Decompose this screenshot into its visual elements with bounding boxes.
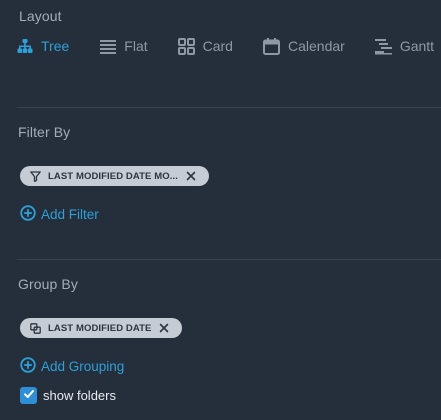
tree-icon	[17, 38, 33, 54]
plus-circle-icon	[20, 205, 36, 224]
layout-option-tree[interactable]: Tree	[17, 38, 69, 54]
group-section-title: Group By	[18, 276, 78, 292]
layout-section-title: Layout	[19, 8, 62, 24]
grid-icon	[177, 37, 195, 55]
show-folders-label: show folders	[43, 388, 116, 403]
remove-grouping-close-icon[interactable]	[159, 323, 169, 333]
gantt-icon	[374, 38, 392, 55]
add-filter-label: Add Filter	[41, 207, 99, 222]
filter-chip[interactable]: LAST MODIFIED DATE MO...	[20, 166, 209, 186]
layout-option-tree-label: Tree	[41, 38, 70, 54]
filter-chip-label: LAST MODIFIED DATE MO...	[48, 170, 178, 182]
checkmark-icon	[23, 388, 35, 403]
layout-option-flat-label: Flat	[124, 38, 148, 54]
layout-option-gantt[interactable]: Gantt	[374, 38, 435, 55]
layout-options: Tree Flat Card Calendar Gantt	[17, 36, 434, 56]
view-settings-panel: Layout Tree Flat Card Calendar Gantt Fil…	[0, 0, 441, 420]
layout-option-gantt-label: Gantt	[399, 38, 435, 54]
grouping-chip-label: LAST MODIFIED DATE	[48, 322, 152, 334]
grouping-chip[interactable]: LAST MODIFIED DATE	[20, 318, 182, 338]
remove-filter-close-icon[interactable]	[186, 171, 196, 181]
layout-option-calendar-label: Calendar	[287, 38, 345, 54]
group-icon	[30, 322, 41, 334]
calendar-icon	[262, 37, 280, 55]
layout-option-flat[interactable]: Flat	[100, 38, 148, 54]
add-grouping-label: Add Grouping	[41, 359, 125, 374]
section-divider	[17, 259, 441, 260]
layout-option-card[interactable]: Card	[177, 37, 233, 55]
add-filter-button[interactable]: Add Filter	[20, 205, 99, 224]
filter-section-title: Filter By	[18, 124, 71, 140]
show-folders-toggle[interactable]: show folders	[20, 387, 116, 404]
add-grouping-button[interactable]: Add Grouping	[20, 357, 124, 376]
section-divider	[17, 107, 441, 108]
funnel-icon	[30, 170, 41, 182]
plus-circle-icon	[20, 357, 36, 376]
layout-option-card-label: Card	[202, 38, 233, 54]
show-folders-checkbox[interactable]	[20, 387, 37, 404]
list-icon	[100, 38, 117, 54]
layout-option-calendar[interactable]: Calendar	[262, 37, 345, 55]
